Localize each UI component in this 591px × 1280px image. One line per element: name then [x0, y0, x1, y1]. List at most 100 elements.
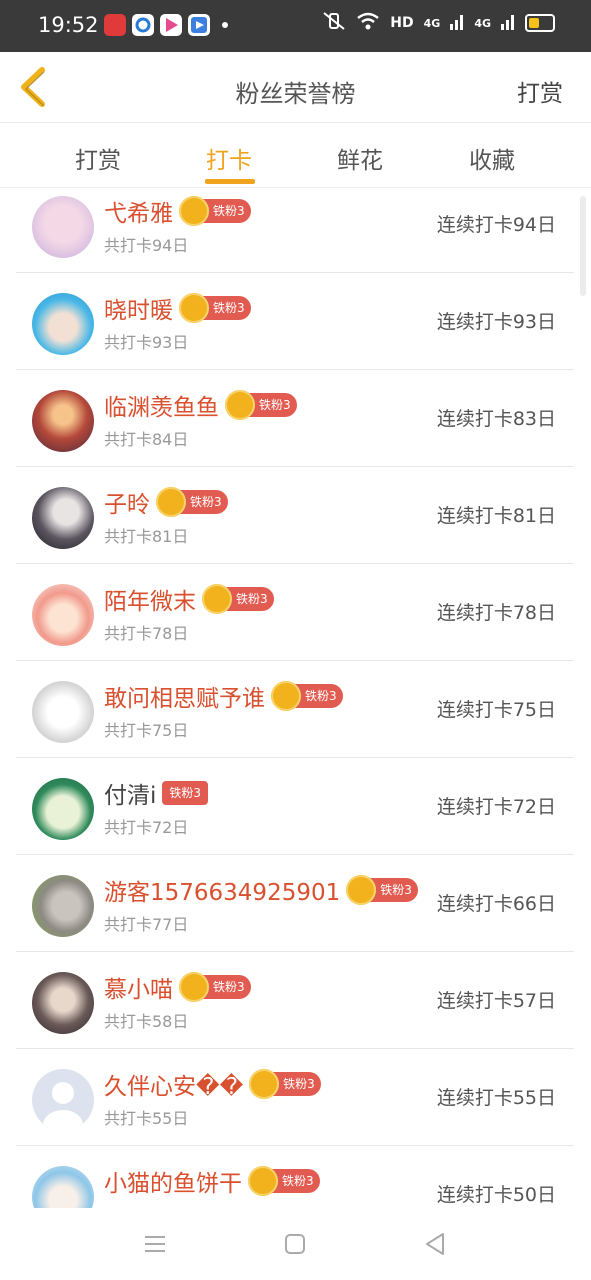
avatar: [32, 972, 94, 1034]
crown-icon: [249, 1069, 280, 1099]
tab-flowers[interactable]: 鲜花: [337, 141, 383, 175]
name-line: 敢问相思赋予谁 铁粉3: [104, 679, 343, 713]
fan-name: 付清i: [104, 783, 157, 809]
list-item[interactable]: 付清i 铁粉3 共打卡72日 连续打卡72日: [16, 758, 574, 855]
name-line: 晓时暖 铁粉3: [104, 291, 251, 325]
total-checkins: 共打卡55日: [104, 1109, 189, 1128]
streak-checkins: 连续打卡72日: [436, 796, 556, 818]
streak-checkins: 连续打卡83日: [436, 408, 556, 430]
name-line: 慕小喵 铁粉3: [104, 970, 251, 1004]
avatar: [32, 875, 94, 937]
back-triangle-icon[interactable]: [421, 1230, 449, 1258]
fan-name: 小猫的鱼饼干: [104, 1171, 242, 1197]
video-app-icon: [160, 14, 182, 36]
fan-badge: 铁粉3: [271, 681, 343, 711]
fan-badge: 铁粉3: [156, 487, 228, 517]
status-indicators: HD 4G 4G: [322, 12, 555, 34]
name-line: 付清i 铁粉3: [104, 776, 209, 810]
status-time: 19:52: [38, 13, 99, 37]
list-item[interactable]: 敢问相思赋予谁 铁粉3 共打卡75日 连续打卡75日: [16, 661, 574, 758]
crown-icon: [271, 681, 301, 711]
network-label: HD: [390, 15, 414, 31]
streak-checkins: 连续打卡78日: [436, 602, 556, 624]
blue-app-icon: [132, 14, 154, 36]
mute-vibrate-icon: [322, 12, 346, 34]
fan-badge: 铁粉3: [179, 293, 251, 323]
streak-checkins: 连续打卡94日: [436, 214, 556, 236]
total-checkins: 共打卡78日: [104, 624, 189, 643]
total-checkins: 共打卡84日: [104, 430, 189, 449]
total-checkins: 共打卡81日: [104, 527, 189, 546]
fan-name: 子昤: [104, 492, 150, 518]
total-checkins: 共打卡72日: [104, 818, 189, 837]
fan-name: 陌年微末: [104, 589, 196, 615]
list-scrollbar[interactable]: [580, 196, 586, 296]
avatar: [32, 584, 94, 646]
avatar: [32, 293, 94, 355]
signal-bars-2-icon: [501, 12, 515, 34]
fan-badge: 铁粉3: [249, 1069, 321, 1099]
total-checkins: 共打卡94日: [104, 236, 189, 255]
fan-name: 敢问相思赋予谁: [104, 686, 265, 712]
fan-name: 临渊羡鱼鱼: [104, 395, 219, 421]
list-item[interactable]: 久伴心安�� 铁粉3 共打卡55日 连续打卡55日: [16, 1049, 574, 1146]
list-item[interactable]: 晓时暖 铁粉3 共打卡93日 连续打卡93日: [16, 273, 574, 370]
home-icon[interactable]: [281, 1230, 309, 1258]
reward-action-button[interactable]: 打赏: [517, 74, 563, 108]
heart-app-icon: [104, 14, 126, 36]
player-app-icon: [188, 14, 210, 36]
total-checkins: 共打卡93日: [104, 333, 189, 352]
list-item[interactable]: 临渊羡鱼鱼 铁粉3 共打卡84日 连续打卡83日: [16, 370, 574, 467]
fan-badge: 铁粉3: [248, 1166, 320, 1196]
list-item[interactable]: 慕小喵 铁粉3 共打卡58日 连续打卡57日: [16, 952, 574, 1049]
fan-level-badge: 铁粉3: [162, 781, 209, 805]
name-line: 游客1576634925901 铁粉3: [104, 873, 418, 907]
signal-label-2: 4G: [474, 16, 491, 30]
page-title: 粉丝荣誉榜: [235, 80, 356, 108]
signal-bars-1-icon: [450, 12, 464, 34]
list-item[interactable]: 陌年微末 铁粉3 共打卡78日 连续打卡78日: [16, 564, 574, 661]
status-bar: 19:52 HD 4G 4G: [0, 0, 591, 52]
system-nav-bar: [0, 1208, 591, 1280]
avatar: [32, 390, 94, 452]
crown-icon: [202, 584, 232, 614]
crown-icon: [179, 196, 209, 226]
name-line: 子昤 铁粉3: [104, 485, 228, 519]
total-checkins: 共打卡58日: [104, 1012, 189, 1031]
signal-label-1: 4G: [423, 16, 441, 30]
avatar: [32, 487, 94, 549]
streak-checkins: 连续打卡66日: [436, 893, 556, 915]
crown-icon: [225, 390, 255, 420]
fan-name: 慕小喵: [104, 977, 173, 1003]
streak-checkins: 连续打卡55日: [436, 1087, 556, 1109]
list-item[interactable]: 弋希雅 铁粉3 共打卡94日 连续打卡94日: [16, 176, 574, 273]
fan-badge: 铁粉3: [162, 781, 209, 805]
fan-list[interactable]: 弋希雅 铁粉3 共打卡94日 连续打卡94日 晓时暖 铁粉3 共打卡93日 连续…: [16, 176, 574, 1208]
tab-reward[interactable]: 打赏: [75, 141, 121, 175]
tab-checkin[interactable]: 打卡: [206, 141, 252, 175]
tab-favorites[interactable]: 收藏: [469, 141, 515, 175]
avatar: [32, 1166, 94, 1208]
name-line: 临渊羡鱼鱼 铁粉3: [104, 388, 297, 422]
fan-badge: 铁粉3: [179, 196, 251, 226]
crown-icon: [248, 1166, 278, 1196]
menu-icon[interactable]: [141, 1230, 169, 1258]
fan-name: 久伴心安��: [104, 1074, 244, 1100]
list-item[interactable]: 子昤 铁粉3 共打卡81日 连续打卡81日: [16, 467, 574, 564]
streak-checkins: 连续打卡75日: [436, 699, 556, 721]
streak-checkins: 连续打卡81日: [436, 505, 556, 527]
name-line: 弋希雅 铁粉3: [104, 194, 251, 228]
streak-checkins: 连续打卡93日: [436, 311, 556, 333]
fan-badge: 铁粉3: [346, 875, 418, 905]
fan-name: 弋希雅: [104, 201, 173, 227]
list-item[interactable]: 小猫的鱼饼干 铁粉3 连续打卡50日: [16, 1146, 574, 1208]
crown-icon: [179, 972, 209, 1002]
default-avatar-icon: [43, 1082, 83, 1131]
name-line: 陌年微末 铁粉3: [104, 582, 274, 616]
fan-badge: 铁粉3: [179, 972, 251, 1002]
avatar: [32, 681, 94, 743]
fan-badge: 铁粉3: [202, 584, 274, 614]
name-line: 久伴心安�� 铁粉3: [104, 1067, 321, 1101]
list-item[interactable]: 游客1576634925901 铁粉3 共打卡77日 连续打卡66日: [16, 855, 574, 952]
total-checkins: 共打卡77日: [104, 915, 189, 934]
